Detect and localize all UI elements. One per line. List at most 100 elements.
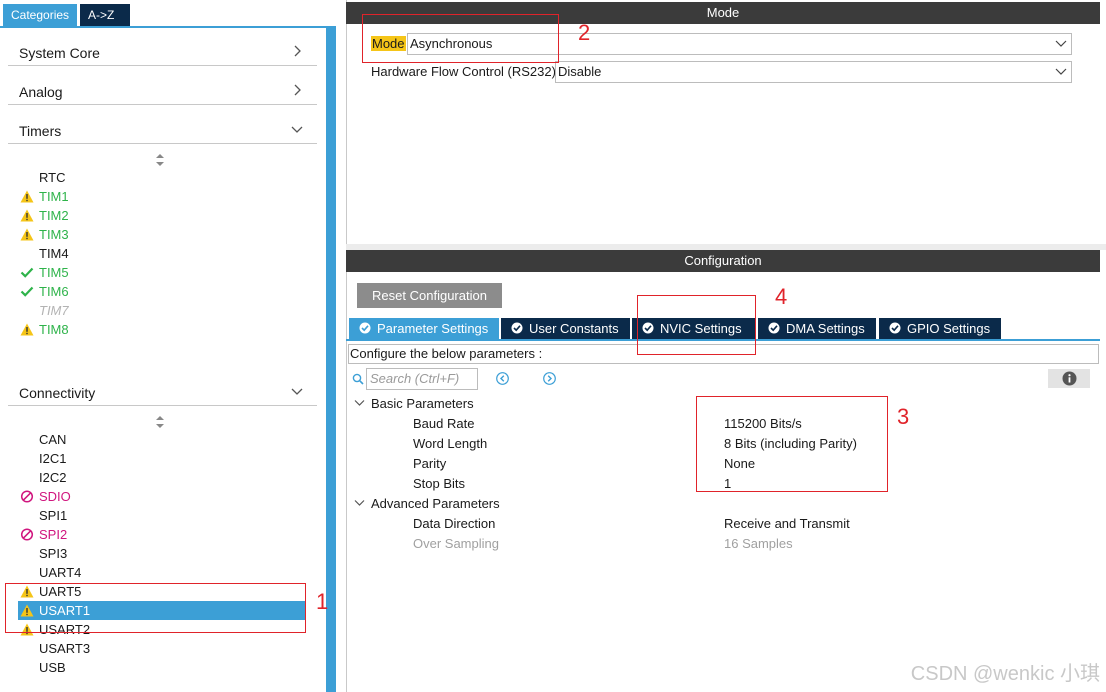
- warning-icon: [20, 190, 34, 203]
- tab-parameter-settings[interactable]: Parameter Settings: [349, 318, 499, 339]
- annotation-number-1: 1: [316, 589, 329, 614]
- peripheral-label: RTC: [39, 170, 66, 185]
- param-value: 16 Samples: [724, 536, 793, 551]
- configuration-section-header: Configuration: [346, 250, 1100, 272]
- tab-label: DMA Settings: [786, 321, 865, 336]
- chevron-down-icon: [1055, 40, 1067, 47]
- category-label: System Core: [19, 45, 100, 61]
- peripheral-label: SPI3: [39, 546, 68, 561]
- tab-gpio-settings[interactable]: GPIO Settings: [879, 318, 1001, 339]
- tab-label: User Constants: [529, 321, 619, 336]
- peripheral-label: SPI2: [39, 527, 68, 542]
- peripheral-label: TIM5: [39, 265, 69, 280]
- peripheral-item-tim6[interactable]: TIM6: [18, 282, 305, 301]
- search-input[interactable]: [367, 369, 477, 387]
- peripheral-item-tim5[interactable]: TIM5: [18, 263, 305, 282]
- chevron-down-icon: [291, 126, 303, 133]
- peripheral-label: SPI1: [39, 508, 68, 523]
- peripheral-item-tim4[interactable]: TIM4: [18, 244, 305, 263]
- check-circle-icon: [511, 322, 523, 334]
- category-timers[interactable]: Timers: [8, 117, 317, 144]
- peripheral-item-uart4[interactable]: UART4: [18, 563, 305, 582]
- blocked-icon: [20, 528, 34, 541]
- param-name: Baud Rate: [413, 416, 475, 431]
- peripheral-item-tim8[interactable]: TIM8: [18, 320, 305, 339]
- peripheral-item-tim7[interactable]: TIM7: [18, 301, 305, 320]
- reset-configuration-button[interactable]: Reset Configuration: [357, 283, 502, 308]
- flow-control-select[interactable]: Disable: [555, 61, 1072, 83]
- info-icon: [1062, 371, 1077, 386]
- chevron-right-icon: [294, 45, 301, 57]
- sort-updown-icon[interactable]: [155, 154, 165, 166]
- peripheral-item-usb[interactable]: USB: [18, 658, 305, 677]
- annotation-box-2: [362, 14, 559, 63]
- peripheral-item-tim3[interactable]: TIM3: [18, 225, 305, 244]
- peripheral-label: I2C1: [39, 451, 67, 466]
- peripheral-label: I2C2: [39, 470, 67, 485]
- group-label: Advanced Parameters: [371, 496, 500, 511]
- check-circle-icon: [359, 322, 371, 334]
- tab-categories[interactable]: Categories: [3, 4, 78, 26]
- flow-control-value: Disable: [558, 64, 602, 79]
- tab-label: Parameter Settings: [377, 321, 489, 336]
- tab-underline: [0, 26, 336, 28]
- peripheral-label: TIM3: [39, 227, 69, 242]
- param-name: Parity: [413, 456, 447, 471]
- peripheral-item-rtc[interactable]: RTC: [18, 168, 305, 187]
- category-system-core[interactable]: System Core: [8, 39, 317, 66]
- chevron-right-icon: [294, 84, 301, 96]
- param-value[interactable]: Receive and Transmit: [724, 516, 850, 531]
- param-name: Over Sampling: [413, 536, 499, 551]
- peripheral-label: CAN: [39, 432, 67, 447]
- group-label: Basic Parameters: [371, 396, 474, 411]
- check-icon: [20, 286, 34, 297]
- peripheral-label: TIM8: [39, 322, 69, 337]
- tab-dma-settings[interactable]: DMA Settings: [758, 318, 876, 339]
- peripheral-label: TIM2: [39, 208, 69, 223]
- peripheral-item-tim1[interactable]: TIM1: [18, 187, 305, 206]
- tab-label: GPIO Settings: [907, 321, 991, 336]
- peripheral-item-usart3[interactable]: USART3: [18, 639, 305, 658]
- peripheral-label: UART4: [39, 565, 82, 580]
- search-icon: [352, 373, 364, 385]
- search-previous-icon[interactable]: [496, 372, 509, 385]
- check-circle-icon: [768, 322, 780, 334]
- chevron-down-icon: [291, 388, 303, 395]
- peripheral-label: TIM1: [39, 189, 69, 204]
- search-next-icon[interactable]: [543, 372, 556, 385]
- param-name: Word Length: [413, 436, 488, 451]
- tab-user-constants[interactable]: User Constants: [501, 318, 630, 339]
- peripheral-item-can[interactable]: CAN: [18, 430, 305, 449]
- info-button[interactable]: [1048, 369, 1090, 388]
- peripheral-item-i2c1[interactable]: I2C1: [18, 449, 305, 468]
- peripheral-item-tim2[interactable]: TIM2: [18, 206, 305, 225]
- category-analog[interactable]: Analog: [8, 78, 317, 105]
- annotation-number-2: 2: [578, 20, 591, 45]
- check-circle-icon: [889, 322, 901, 334]
- param-name: Data Direction: [413, 516, 496, 531]
- watermark: CSDN @wenkic 小琪: [910, 663, 1100, 685]
- peripheral-label: USART3: [39, 641, 91, 656]
- category-connectivity[interactable]: Connectivity: [8, 379, 317, 406]
- annotation-number-3: 3: [897, 404, 910, 429]
- tab-a-to-z[interactable]: A->Z: [80, 4, 130, 26]
- category-label: Timers: [19, 123, 62, 139]
- peripheral-item-sdio[interactable]: SDIO: [18, 487, 305, 506]
- peripheral-label: TIM4: [39, 246, 69, 261]
- peripheral-item-spi2[interactable]: SPI2: [18, 525, 305, 544]
- category-label: Analog: [19, 84, 63, 100]
- sort-updown-icon[interactable]: [155, 416, 165, 428]
- chevron-down-icon: [354, 400, 365, 406]
- search-field[interactable]: [366, 368, 478, 390]
- peripheral-label: TIM7: [39, 303, 69, 318]
- peripheral-item-spi1[interactable]: SPI1: [18, 506, 305, 525]
- param-name: Stop Bits: [413, 476, 466, 491]
- annotation-number-4: 4: [775, 284, 788, 309]
- warning-icon: [20, 228, 34, 241]
- flow-control-label: Hardware Flow Control (RS232): [371, 64, 556, 79]
- peripheral-item-spi3[interactable]: SPI3: [18, 544, 305, 563]
- warning-icon: [20, 209, 34, 222]
- annotation-box-1: [5, 583, 306, 633]
- panel-divider: [346, 0, 347, 692]
- peripheral-item-i2c2[interactable]: I2C2: [18, 468, 305, 487]
